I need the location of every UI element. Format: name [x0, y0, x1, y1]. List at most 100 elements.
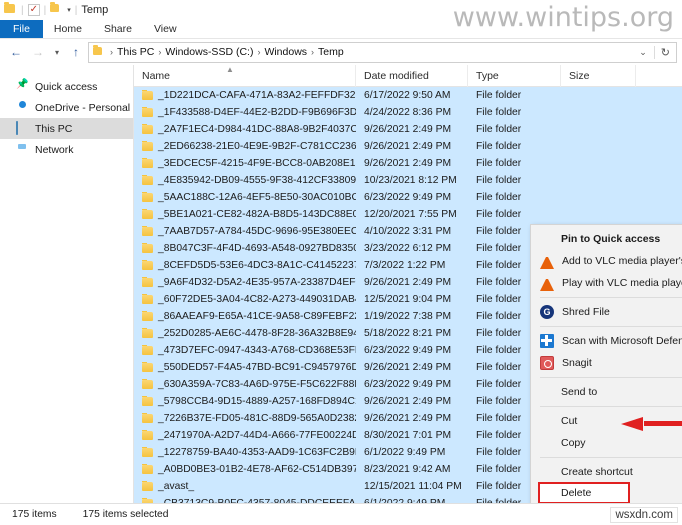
context-menu[interactable]: Pin to Quick access Add to VLC media play… — [530, 224, 682, 503]
divider: | — [74, 4, 78, 16]
sidebar-item-this-pc[interactable]: This PC — [0, 118, 133, 139]
network-icon — [16, 143, 29, 156]
tab-share[interactable]: Share — [93, 20, 143, 38]
up-arrow-icon[interactable]: ↑ — [66, 42, 86, 62]
shred-icon: G — [540, 305, 554, 319]
table-row[interactable]: _3EDCEC5F-4215-4F9E-BCC8-0AB208E154E8 9/2… — [134, 155, 682, 172]
file-name-cell: _86AAEAF9-E65A-41CE-9A58-C89FEBF22839 — [134, 311, 356, 322]
file-name-cell: _1F433588-D4EF-44E2-B2DD-F9B696F3D63B — [134, 107, 356, 118]
folder-icon — [142, 396, 153, 406]
file-name-label: _5798CCB4-9D15-4889-A257-168FD894C131 — [158, 396, 356, 407]
menu-separator — [540, 326, 682, 327]
sidebar-item-network[interactable]: Network — [0, 139, 133, 160]
type-cell: File folder — [476, 107, 522, 118]
menu-item-label: Pin to Quick access — [561, 233, 661, 245]
menu-item-shred-file[interactable]: G Shred File — [531, 301, 682, 323]
checkbox-icon[interactable] — [27, 3, 40, 17]
cloud-icon — [16, 101, 29, 114]
tab-view[interactable]: View — [143, 20, 188, 38]
menu-item-pin-to-quick-access[interactable]: Pin to Quick access — [531, 228, 682, 250]
menu-item-label: Snagit — [562, 357, 592, 369]
date-modified-cell: 4/10/2022 3:31 PM — [364, 226, 452, 237]
file-name-label: _2471970A-A2D7-44D4-A666-77FE00224D2D — [158, 430, 356, 441]
breadcrumb-item-temp[interactable]: Temp — [318, 46, 344, 58]
file-name-label: _7226B37E-FD05-481C-88D9-565A0D23827B — [158, 413, 356, 424]
file-name-label: _7AAB7D57-A784-45DC-9696-95E380EEC2B2 — [158, 226, 356, 237]
file-name-label: _8B047C3F-4F4D-4693-A548-0927BD8350CA — [158, 243, 356, 254]
date-modified-cell: 6/23/2022 9:49 PM — [364, 192, 452, 203]
file-name-label: _9A6F4D32-D5A2-4E35-957A-23387D4EF0D9 — [158, 277, 356, 288]
column-header-type[interactable]: Type — [468, 65, 561, 87]
table-row[interactable]: _2ED66238-21E0-4E9E-9B2F-C781CC23604D 9/2… — [134, 138, 682, 155]
menu-item-play-with-vlc-media-player[interactable]: Play with VLC media player — [531, 272, 682, 294]
tab-file[interactable]: File — [0, 20, 43, 38]
menu-item-add-to-vlc-media-player-s-playlist[interactable]: Add to VLC media player's Playlist — [531, 250, 682, 272]
date-modified-cell: 5/18/2022 8:21 PM — [364, 328, 452, 339]
table-row[interactable]: _2A7F1EC4-D984-41DC-88A8-9B2F4037C2C6 9/2… — [134, 121, 682, 138]
menu-separator — [540, 457, 682, 458]
breadcrumb[interactable]: › This PC › Windows-SSD (C:) › Windows ›… — [88, 41, 677, 63]
recent-locations-chevron-down-icon[interactable]: ▾ — [50, 42, 64, 62]
date-modified-cell: 9/26/2021 2:49 PM — [364, 277, 452, 288]
menu-item-copy[interactable]: Copy — [531, 432, 682, 454]
breadcrumb-item-this-pc[interactable]: This PC — [117, 46, 154, 58]
column-header-name[interactable]: Name — [134, 65, 356, 87]
file-name-label: _1F433588-D4EF-44E2-B2DD-F9B696F3D63B — [158, 107, 356, 118]
forward-arrow-icon[interactable]: → — [28, 42, 48, 62]
date-modified-cell: 12/15/2021 11:04 PM — [364, 481, 462, 492]
type-cell: File folder — [476, 192, 522, 203]
type-cell: File folder — [476, 141, 522, 152]
folder-icon — [142, 209, 153, 219]
file-name-cell: _550DED57-F4A5-47BD-BC91-C9457976DAD2 — [134, 362, 356, 373]
folder-icon — [4, 1, 17, 17]
folder-icon — [142, 379, 153, 389]
address-chevron-down-icon[interactable]: ⌄ — [635, 47, 651, 58]
back-arrow-icon[interactable]: ← — [6, 42, 26, 62]
menu-item-create-shortcut[interactable]: Create shortcut — [531, 461, 682, 483]
window-title: Temp — [81, 4, 109, 16]
table-row[interactable]: _5BE1A021-CE82-482A-B8D5-143DC88E02DD 12/… — [134, 206, 682, 223]
vlc-icon — [540, 255, 554, 269]
file-name-label: _86AAEAF9-E65A-41CE-9A58-C89FEBF22839 — [158, 311, 356, 322]
file-name-label: _550DED57-F4A5-47BD-BC91-C9457976DAD2 — [158, 362, 356, 373]
date-modified-cell: 9/26/2021 2:49 PM — [364, 141, 452, 152]
file-name-cell: _7AAB7D57-A784-45DC-9696-95E380EEC2B2 — [134, 226, 356, 237]
folder-icon — [142, 362, 153, 372]
file-name-label: _252D0285-AE6C-4478-8F28-36A32B8E9490 — [158, 328, 356, 339]
table-row[interactable]: _4E835942-DB09-4555-9F38-412CF3380930 10/… — [134, 172, 682, 189]
sidebar-item-quick-access[interactable]: Quick access — [0, 76, 133, 97]
menu-item-snagit[interactable]: Snagit› — [531, 352, 682, 374]
table-row[interactable]: _5AAC188C-12A6-4EF5-8E50-30AC010BCA14 6/2… — [134, 189, 682, 206]
file-name-cell: _252D0285-AE6C-4478-8F28-36A32B8E9490 — [134, 328, 356, 339]
breadcrumb-item-windows[interactable]: Windows — [264, 46, 307, 58]
date-modified-cell: 6/23/2022 9:49 PM — [364, 345, 452, 356]
file-name-cell: _473D7EFC-0947-4343-A768-CD368E53FDE6 — [134, 345, 356, 356]
sidebar-item-label: OneDrive - Personal — [35, 101, 131, 114]
menu-item-label: Create shortcut — [561, 466, 633, 478]
dropdown-caret-icon[interactable]: ▾ — [67, 6, 71, 14]
date-modified-cell: 9/26/2021 2:49 PM — [364, 362, 452, 373]
column-header-date-modified[interactable]: Date modified — [356, 65, 468, 87]
file-explorer-window: | | ▾ | Temp File Home Share View ← → ▾ … — [0, 0, 682, 525]
date-modified-cell: 6/23/2022 9:49 PM — [364, 379, 452, 390]
menu-item-send-to[interactable]: Send to› — [531, 381, 682, 403]
refresh-icon[interactable]: ↻ — [653, 45, 672, 59]
file-name-cell: _1D221DCA-CAFA-471A-83A2-FEFFDF32162A — [134, 90, 356, 101]
date-modified-cell: 9/26/2021 2:49 PM — [364, 124, 452, 135]
file-name-cell: _avast_ — [134, 481, 356, 492]
date-modified-cell: 12/20/2021 7:55 PM — [364, 209, 457, 220]
folder-icon — [93, 44, 106, 59]
file-name-cell: _8B047C3F-4F4D-4693-A548-0927BD8350CA — [134, 243, 356, 254]
sidebar-item-onedrive[interactable]: OneDrive - Personal — [0, 97, 133, 118]
column-header-size[interactable]: Size — [561, 65, 636, 87]
table-row[interactable]: _1D221DCA-CAFA-471A-83A2-FEFFDF32162A 6/1… — [134, 87, 682, 104]
menu-item-delete[interactable]: Delete — [538, 482, 630, 503]
breadcrumb-item-windows-ssd[interactable]: Windows-SSD (C:) — [165, 46, 253, 58]
table-row[interactable]: _1F433588-D4EF-44E2-B2DD-F9B696F3D63B 4/2… — [134, 104, 682, 121]
date-modified-cell: 10/23/2021 8:12 PM — [364, 175, 457, 186]
file-name-cell: _3EDCEC5F-4215-4F9E-BCC8-0AB208E154E8 — [134, 158, 356, 169]
menu-item-scan-with-microsoft-defender[interactable]: Scan with Microsoft Defender... — [531, 330, 682, 352]
tab-home[interactable]: Home — [43, 20, 93, 38]
menu-item-label: Cut — [561, 415, 578, 427]
folder-icon — [142, 192, 153, 202]
